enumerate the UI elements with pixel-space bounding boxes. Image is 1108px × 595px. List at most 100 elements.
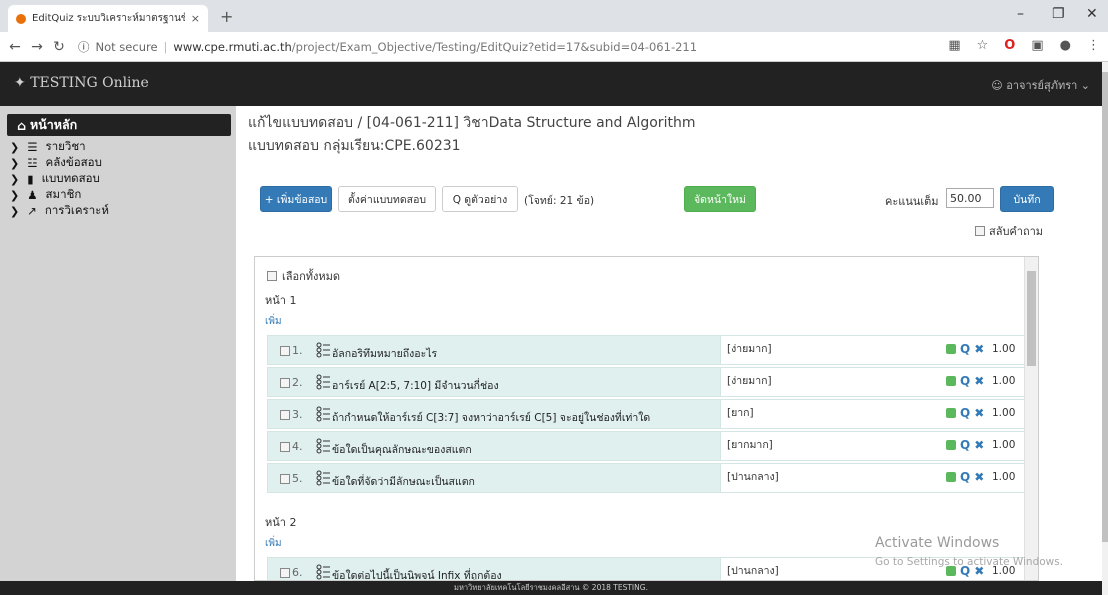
bookmark-star-icon[interactable]: ☆ [977, 38, 989, 53]
select-all-option[interactable]: เลือกทั้งหมด [267, 267, 340, 285]
question-text: ข้อใดเป็นคุณลักษณะของสแตก [332, 444, 472, 456]
question-checkbox[interactable] [280, 378, 290, 388]
profile-icon[interactable]: ● [1060, 38, 1071, 53]
sidebar-item-home[interactable]: ⌂ หน้าหลัก [7, 114, 231, 136]
close-window-icon[interactable]: ✕ [1086, 6, 1098, 22]
menu-icon[interactable]: ⋮ [1087, 38, 1100, 53]
edit-icon[interactable] [946, 344, 956, 354]
browser-tab-bar: EditQuiz ระบบวิเคราะห์มาตรฐานข้อส × + – … [0, 0, 1108, 32]
back-icon[interactable]: ← [4, 39, 26, 55]
forward-icon[interactable]: → [26, 39, 48, 55]
sidebar-item-label: หน้าหลัก [29, 117, 78, 132]
reload-icon[interactable]: ↻ [48, 39, 70, 55]
question-score: 1.00 [992, 343, 1016, 355]
question-actions: Q ✖ [946, 406, 984, 420]
question-text: อัลกอริทึมหมายถึงอะไร [332, 348, 438, 360]
question-checkbox[interactable] [280, 474, 290, 484]
shuffle-label: สลับคำถาม [989, 225, 1044, 238]
question-row[interactable]: 1. อัลกอริทึมหมายถึงอะไร [ง่ายมาก] Q ✖ 1.… [267, 335, 1026, 365]
view-icon[interactable]: Q [960, 374, 970, 388]
list-icon: ☰ [27, 140, 38, 154]
edit-icon[interactable] [946, 376, 956, 386]
chart-icon: ↗ [27, 204, 37, 218]
question-row[interactable]: 2. อาร์เรย์ A[2:5, 7:10] มีจำนวนกี่ช่อง … [267, 367, 1026, 397]
edit-icon[interactable] [946, 408, 956, 418]
activate-windows-watermark: Activate Windows [875, 535, 1000, 551]
scrollbar-thumb[interactable] [1027, 271, 1036, 366]
page-scrollbar[interactable] [1102, 62, 1108, 595]
minimize-icon[interactable]: – [1017, 6, 1024, 22]
chevron-right-icon: ❯ [10, 156, 20, 170]
info-icon[interactable]: ⓘ [78, 39, 90, 55]
sidebar-item-analysis[interactable]: ❯ ↗ การวิเคราะห์ [10, 202, 109, 220]
chevron-right-icon: ❯ [10, 204, 20, 218]
page-header: หน้า 1 [265, 294, 297, 307]
add-question-button[interactable]: + เพิ่มข้อสอบ [260, 186, 332, 212]
sidebar-item-label: การวิเคราะห์ [44, 203, 109, 217]
test-settings-button[interactable]: ตั้งค่าแบบทดสอบ [338, 186, 436, 212]
favicon-icon [16, 13, 26, 24]
question-row[interactable]: 4. ข้อใดเป็นคุณลักษณะของสแตก [ยากมาก] Q ✖… [267, 431, 1026, 461]
delete-icon[interactable]: ✖ [974, 406, 984, 420]
question-type-icon [316, 374, 330, 390]
question-row[interactable]: 3. ถ้ากำหนดให้อาร์เรย์ C[3:7] จงหาว่าอาร… [267, 399, 1026, 429]
delete-icon[interactable]: ✖ [974, 374, 984, 388]
question-actions: Q ✖ [946, 342, 984, 356]
question-checkbox[interactable] [280, 568, 290, 578]
full-score-input[interactable] [946, 188, 994, 208]
question-score: 1.00 [992, 471, 1016, 483]
question-checkbox[interactable] [280, 410, 290, 420]
extension-icon[interactable]: O [1004, 38, 1015, 53]
question-actions: Q ✖ [946, 438, 984, 452]
new-tab-button[interactable]: + [220, 7, 233, 26]
url-host: www.cpe.rmuti.ac.th [173, 39, 292, 54]
question-list-scrollbar[interactable] [1024, 257, 1038, 580]
view-icon[interactable]: Q [960, 406, 970, 420]
brand[interactable]: ✦ TESTING Online [14, 75, 149, 91]
page-scrollbar-thumb[interactable] [1102, 72, 1108, 542]
delete-icon[interactable]: ✖ [974, 342, 984, 356]
user-menu[interactable]: ☺ อาจารย์สุภัทรา ⌄ [991, 76, 1090, 94]
question-number: 2. [292, 376, 303, 389]
app-navbar: ✦ TESTING Online ☺ อาจารย์สุภัทรา ⌄ [0, 62, 1108, 106]
question-actions: Q ✖ [946, 374, 984, 388]
extension2-icon[interactable]: ▣ [1031, 38, 1043, 53]
tab-close-icon[interactable]: × [191, 12, 200, 25]
translate-icon[interactable]: ▦ [948, 38, 960, 53]
edit-icon[interactable] [946, 440, 956, 450]
question-score: 1.00 [992, 407, 1016, 419]
database-icon: ☳ [27, 156, 38, 170]
delete-icon[interactable]: ✖ [974, 438, 984, 452]
tab-title: EditQuiz ระบบวิเคราะห์มาตรฐานข้อส [32, 13, 185, 24]
question-score: 1.00 [992, 375, 1016, 387]
view-icon[interactable]: Q [960, 342, 970, 356]
page-header: หน้า 2 [265, 516, 297, 529]
view-icon[interactable]: Q [960, 470, 970, 484]
url-field[interactable]: ⓘ Not secure | www.cpe.rmuti.ac.th/proje… [78, 39, 697, 55]
question-number: 5. [292, 472, 303, 485]
shuffle-questions-option[interactable]: สลับคำถาม [975, 222, 1043, 240]
edit-icon[interactable] [946, 472, 956, 482]
add-question-link[interactable]: เพิ่ม [265, 314, 282, 329]
full-score-label: คะแนนเต็ม [885, 195, 939, 208]
rearrange-pages-button[interactable]: จัดหน้าใหม่ [684, 186, 756, 212]
delete-icon[interactable]: ✖ [974, 470, 984, 484]
question-checkbox[interactable] [280, 442, 290, 452]
shuffle-checkbox[interactable] [975, 226, 985, 236]
select-all-checkbox[interactable] [267, 271, 277, 281]
question-text: ถ้ากำหนดให้อาร์เรย์ C[3:7] จงหาว่าอาร์เร… [332, 412, 651, 424]
chevron-down-icon: ⌄ [1077, 79, 1090, 92]
browser-tab[interactable]: EditQuiz ระบบวิเคราะห์มาตรฐานข้อส × [8, 5, 208, 32]
add-question-link[interactable]: เพิ่ม [265, 536, 282, 551]
question-checkbox[interactable] [280, 346, 290, 356]
chevron-right-icon: ❯ [10, 188, 20, 202]
save-button[interactable]: บันทึก [1000, 186, 1054, 212]
view-icon[interactable]: Q [960, 438, 970, 452]
question-row[interactable]: 5. ข้อใดที่จัดว่ามีลักษณะเป็นสแตก [ปานกล… [267, 463, 1026, 493]
question-number: 3. [292, 408, 303, 421]
preview-button[interactable]: Q ดูตัวอย่าง [442, 186, 518, 212]
restore-icon[interactable]: ❐ [1052, 6, 1065, 22]
question-number: 6. [292, 566, 303, 579]
chevron-right-icon: ❯ [10, 140, 20, 154]
book-icon: ▮ [27, 172, 34, 186]
